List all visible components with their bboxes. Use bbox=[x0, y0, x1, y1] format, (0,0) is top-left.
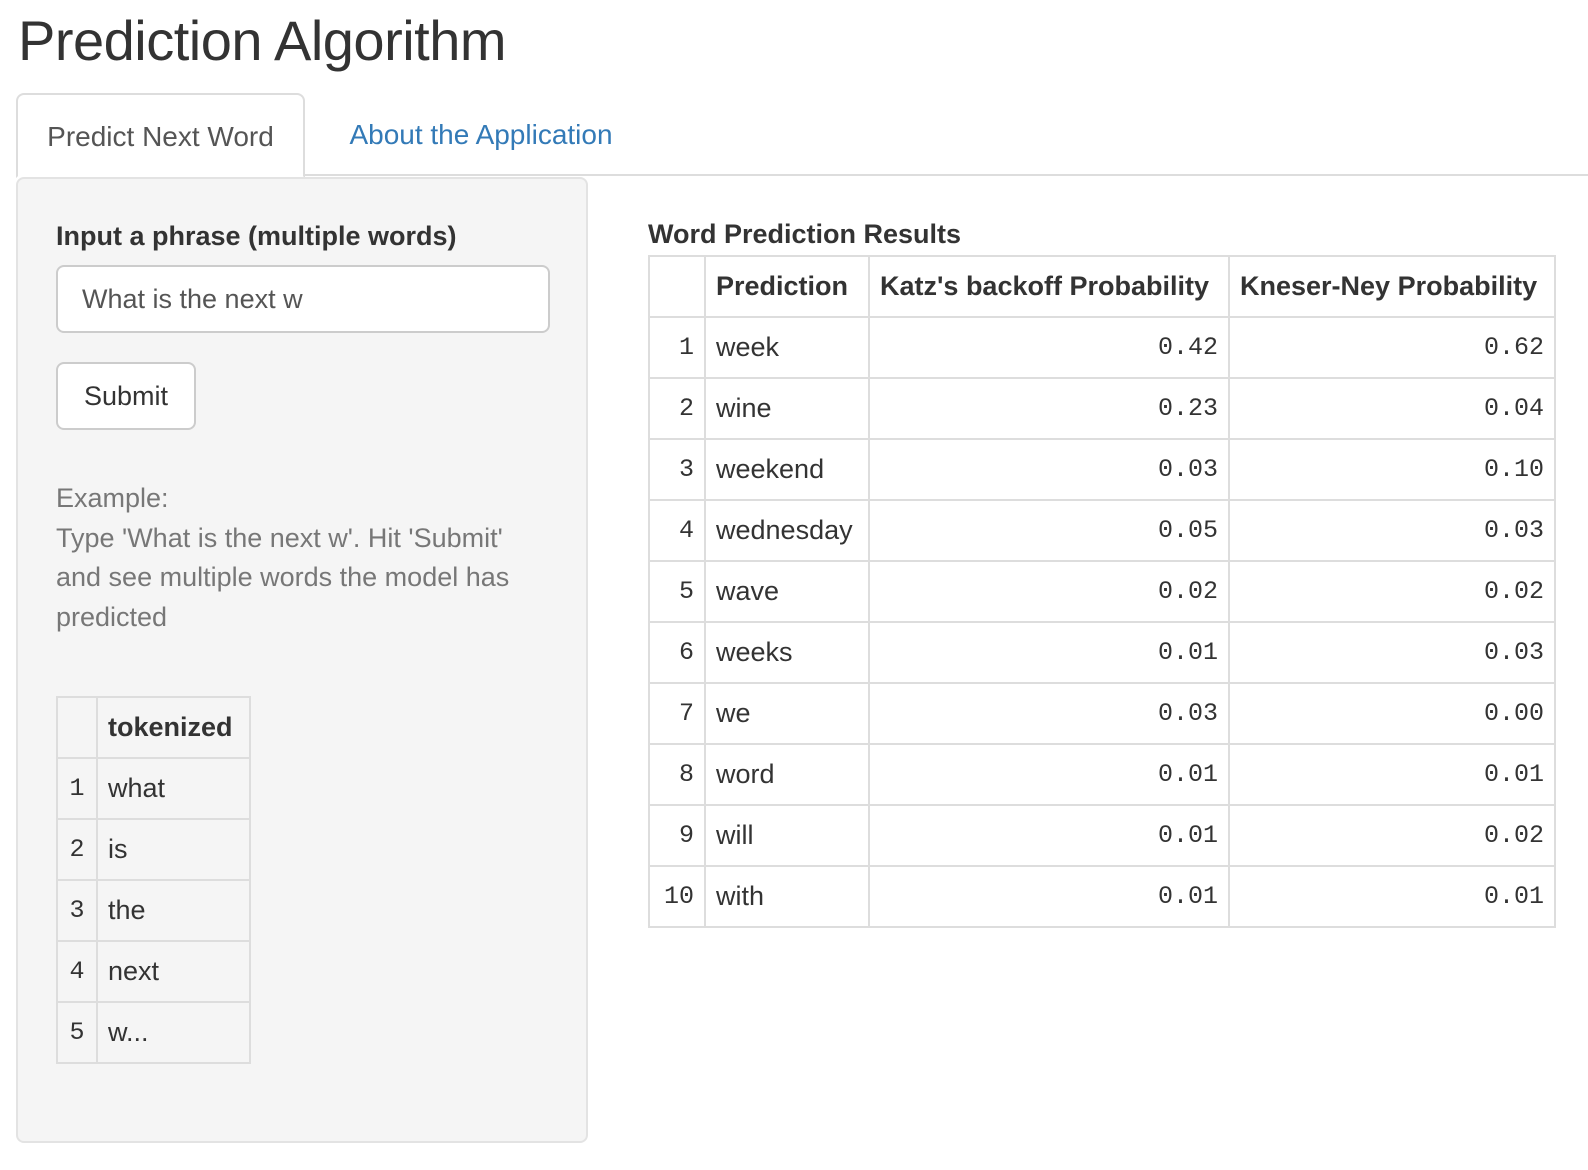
predicted-word: weeks bbox=[704, 621, 870, 684]
token-cell: next bbox=[96, 940, 251, 1003]
row-index: 8 bbox=[648, 743, 706, 806]
katz-probability: 0.01 bbox=[868, 743, 1230, 806]
predicted-word: we bbox=[704, 682, 870, 745]
example-body: Type 'What is the next w'. Hit 'Submit' … bbox=[56, 522, 510, 632]
row-index: 4 bbox=[648, 499, 706, 562]
table-row: 3 the bbox=[56, 879, 251, 942]
katz-probability: 0.23 bbox=[868, 377, 1230, 440]
index-header bbox=[648, 255, 706, 318]
tokenized-header: tokenized bbox=[96, 696, 251, 759]
table-row: 2 wine 0.23 0.04 bbox=[648, 377, 1556, 440]
predicted-word: with bbox=[704, 865, 870, 928]
kneser-ney-probability: 0.04 bbox=[1228, 377, 1556, 440]
submit-button[interactable]: Submit bbox=[56, 362, 196, 430]
results-title: Word Prediction Results bbox=[648, 219, 962, 249]
katz-probability: 0.02 bbox=[868, 560, 1230, 623]
row-index: 5 bbox=[56, 1001, 98, 1064]
kneser-ney-probability: 0.01 bbox=[1228, 743, 1556, 806]
tab-bar: Predict Next Word About the Application bbox=[16, 93, 1588, 178]
katz-probability: 0.05 bbox=[868, 499, 1230, 562]
prediction-header: Prediction bbox=[704, 255, 870, 318]
table-row: 1 week 0.42 0.62 bbox=[648, 316, 1556, 379]
row-index: 1 bbox=[648, 316, 706, 379]
table-row: 5 w... bbox=[56, 1001, 251, 1064]
table-row: 2 is bbox=[56, 818, 251, 881]
kneser-ney-probability: 0.10 bbox=[1228, 438, 1556, 501]
table-header-row: Prediction Katz's backoff Probability Kn… bbox=[648, 255, 1556, 318]
predicted-word: will bbox=[704, 804, 870, 867]
table-row: 5 wave 0.02 0.02 bbox=[648, 560, 1556, 623]
example-heading: Example: bbox=[56, 483, 169, 513]
table-row: 10 with 0.01 0.01 bbox=[648, 865, 1556, 928]
predicted-word: wine bbox=[704, 377, 870, 440]
table-row: 4 wednesday 0.05 0.03 bbox=[648, 499, 1556, 562]
kneser-ney-probability: 0.03 bbox=[1228, 621, 1556, 684]
table-row: 6 weeks 0.01 0.03 bbox=[648, 621, 1556, 684]
katz-probability: 0.03 bbox=[868, 682, 1230, 745]
prediction-results-table: Prediction Katz's backoff Probability Kn… bbox=[648, 255, 1556, 928]
row-index: 9 bbox=[648, 804, 706, 867]
table-row: 1 what bbox=[56, 757, 251, 820]
katz-probability: 0.42 bbox=[868, 316, 1230, 379]
example-help: Example: Type 'What is the next w'. Hit … bbox=[56, 479, 546, 637]
kneser-ney-probability: 0.00 bbox=[1228, 682, 1556, 745]
table-row: 4 next bbox=[56, 940, 251, 1003]
row-index: 2 bbox=[56, 818, 98, 881]
app-page: Prediction Algorithm Predict Next Word A… bbox=[0, 0, 1588, 1170]
predicted-word: week bbox=[704, 316, 870, 379]
katz-probability: 0.01 bbox=[868, 865, 1230, 928]
katz-header: Katz's backoff Probability bbox=[868, 255, 1230, 318]
table-row: 8 word 0.01 0.01 bbox=[648, 743, 1556, 806]
katz-probability: 0.01 bbox=[868, 804, 1230, 867]
row-index: 5 bbox=[648, 560, 706, 623]
row-index: 10 bbox=[648, 865, 706, 928]
predicted-word: weekend bbox=[704, 438, 870, 501]
row-index: 1 bbox=[56, 757, 98, 820]
table-header-row: tokenized bbox=[56, 696, 251, 759]
token-cell: w... bbox=[96, 1001, 251, 1064]
predicted-word: word bbox=[704, 743, 870, 806]
predicted-word: wednesday bbox=[704, 499, 870, 562]
row-index: 6 bbox=[648, 621, 706, 684]
kneser-ney-probability: 0.02 bbox=[1228, 560, 1556, 623]
predicted-word: wave bbox=[704, 560, 870, 623]
token-cell: is bbox=[96, 818, 251, 881]
kneser-ney-probability: 0.02 bbox=[1228, 804, 1556, 867]
tokenized-table: tokenized 1 what 2 is 3 the 4 next 5 w..… bbox=[56, 696, 251, 1064]
kneser-ney-probability: 0.01 bbox=[1228, 865, 1556, 928]
tab-about-application[interactable]: About the Application bbox=[321, 93, 641, 176]
katz-probability: 0.01 bbox=[868, 621, 1230, 684]
row-index: 3 bbox=[648, 438, 706, 501]
tab-predict-next-word[interactable]: Predict Next Word bbox=[16, 93, 305, 178]
kneser-ney-header: Kneser-Ney Probability bbox=[1228, 255, 1556, 318]
phrase-input-label: Input a phrase (multiple words) bbox=[56, 221, 457, 251]
table-row: 9 will 0.01 0.02 bbox=[648, 804, 1556, 867]
row-index: 3 bbox=[56, 879, 98, 942]
token-cell: what bbox=[96, 757, 251, 820]
row-index: 4 bbox=[56, 940, 98, 1003]
phrase-input[interactable] bbox=[56, 265, 550, 333]
row-index: 2 bbox=[648, 377, 706, 440]
table-row: 7 we 0.03 0.00 bbox=[648, 682, 1556, 745]
index-header bbox=[56, 696, 98, 759]
kneser-ney-probability: 0.03 bbox=[1228, 499, 1556, 562]
row-index: 7 bbox=[648, 682, 706, 745]
katz-probability: 0.03 bbox=[868, 438, 1230, 501]
table-row: 3 weekend 0.03 0.10 bbox=[648, 438, 1556, 501]
page-title: Prediction Algorithm bbox=[18, 9, 507, 72]
token-cell: the bbox=[96, 879, 251, 942]
kneser-ney-probability: 0.62 bbox=[1228, 316, 1556, 379]
sidebar-panel: Input a phrase (multiple words) Submit E… bbox=[16, 177, 588, 1143]
